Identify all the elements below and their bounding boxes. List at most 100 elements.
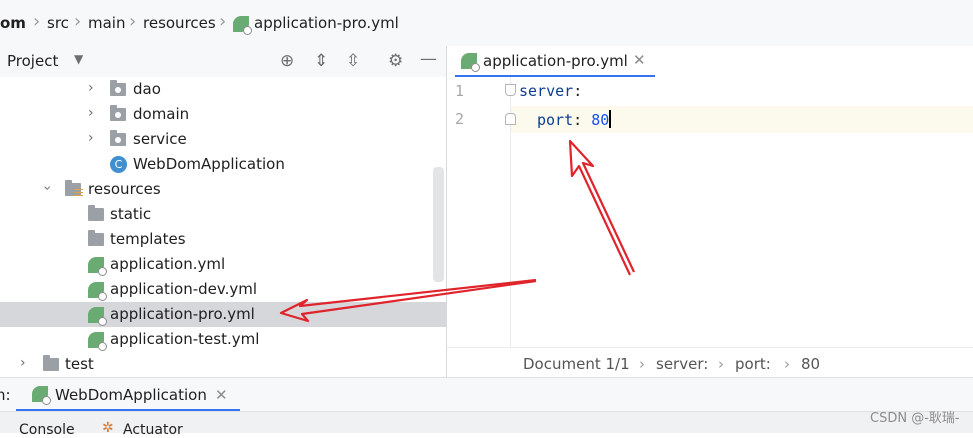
yaml-colon: : <box>573 111 592 129</box>
line-number: 1 <box>455 82 465 100</box>
run-tool-bar: n: WebDomApplication ✕ <box>0 377 973 412</box>
package-icon <box>110 105 126 121</box>
line-number: 2 <box>455 110 465 128</box>
breadcrumb-item-src[interactable]: src <box>47 14 69 32</box>
breadcrumb: om › src › main › resources › applicatio… <box>0 0 973 47</box>
chevron-right-icon[interactable]: › <box>88 105 94 121</box>
actuator-tab[interactable]: Actuator <box>123 422 183 438</box>
gear-icon[interactable]: ⚙ <box>388 51 403 71</box>
tree-item-static[interactable]: static <box>0 202 433 227</box>
editor-tab[interactable]: application-pro.yml ✕ <box>455 46 655 78</box>
tree-item-label: templates <box>110 230 186 248</box>
spring-yml-icon <box>233 16 252 35</box>
tree-item-label: static <box>110 205 152 223</box>
spring-yml-icon <box>88 282 107 301</box>
chevron-right-icon: › <box>219 11 227 32</box>
tree-item-application-test-yml[interactable]: application-test.yml <box>0 327 433 352</box>
chevron-right-icon[interactable]: › <box>88 130 94 146</box>
editor-tab-bar: application-pro.yml ✕ <box>446 46 973 78</box>
tree-item-label: application-pro.yml <box>110 305 255 323</box>
spring-yml-icon <box>461 53 480 72</box>
chevron-right-icon: › <box>33 11 41 32</box>
spring-yml-icon <box>88 307 107 326</box>
run-config-tab[interactable]: WebDomApplication ✕ <box>16 378 240 412</box>
tree-item-application-dev-yml[interactable]: application-dev.yml <box>0 277 433 302</box>
expand-all-icon[interactable]: ⇕ <box>314 51 328 71</box>
package-icon <box>110 80 126 96</box>
yaml-path-bar: Document 1/1 › server: › port: › 80 <box>446 347 973 378</box>
project-panel-title[interactable]: Project <box>7 52 58 70</box>
document-indicator[interactable]: Document 1/1 <box>523 355 630 373</box>
minimize-icon[interactable]: — <box>420 49 437 69</box>
code-editor[interactable]: 1 2 server: port: 80 <box>446 77 973 347</box>
yaml-path-port[interactable]: port: <box>735 355 771 373</box>
spring-boot-class-icon: C <box>110 156 127 173</box>
project-tree: › dao › domain › service C WebDomApplica… <box>0 77 446 377</box>
tree-item-label: application-dev.yml <box>110 280 258 298</box>
watermark: CSDN @-耿瑞- <box>870 411 960 426</box>
folder-icon <box>88 230 104 246</box>
locate-target-icon[interactable]: ⊕ <box>280 51 294 71</box>
chevron-down-icon[interactable]: › <box>39 185 55 191</box>
breadcrumb-item-resources[interactable]: resources <box>143 14 216 32</box>
tree-item-label: resources <box>88 180 161 198</box>
tree-item-label: application-test.yml <box>110 330 260 348</box>
chevron-right-icon: › <box>129 11 137 32</box>
chevron-right-icon: › <box>74 11 82 32</box>
bottom-tool-tabs: Console ✲ Actuator CSDN @-耿瑞- <box>0 411 973 438</box>
tree-item-dao[interactable]: › dao <box>0 77 433 102</box>
run-prefix: n: <box>0 386 11 404</box>
spring-yml-icon <box>88 257 107 276</box>
yaml-value: 80 <box>591 111 610 129</box>
yaml-key: port <box>537 111 574 129</box>
dropdown-arrow-icon[interactable]: ▼ <box>74 52 83 66</box>
text-cursor <box>609 110 612 128</box>
run-config-label: WebDomApplication <box>55 386 207 404</box>
yaml-colon: : <box>573 82 583 100</box>
tree-item-test[interactable]: › test <box>0 352 433 377</box>
console-tab[interactable]: Console <box>19 422 75 438</box>
chevron-right-icon[interactable]: › <box>20 355 26 371</box>
editor-tab-label: application-pro.yml <box>483 52 628 70</box>
tree-item-application-pro-yml[interactable]: application-pro.yml <box>0 302 446 327</box>
chevron-right-icon[interactable]: › <box>88 80 94 96</box>
tree-item-label: service <box>133 130 187 148</box>
tree-item-label: WebDomApplication <box>133 155 285 173</box>
folder-icon <box>88 205 104 221</box>
chevron-right-icon: › <box>784 355 790 373</box>
spring-yml-icon <box>88 332 107 351</box>
tree-item-webdomapplication[interactable]: C WebDomApplication <box>0 152 433 177</box>
fold-marker-icon[interactable] <box>505 113 516 125</box>
line-gutter: 1 2 <box>447 77 516 347</box>
resources-marker-icon <box>74 189 83 196</box>
tree-item-resources[interactable]: › resources <box>0 177 433 202</box>
breadcrumb-item-project[interactable]: om <box>0 14 26 32</box>
tree-item-service[interactable]: › service <box>0 127 433 152</box>
tree-item-application-yml[interactable]: application.yml <box>0 252 433 277</box>
yaml-key: server <box>519 82 574 100</box>
project-panel-header: Project ▼ ⊕ ⇕ ⇳ ⚙ — <box>0 46 446 78</box>
close-icon[interactable]: ✕ <box>215 386 228 404</box>
yaml-path-value[interactable]: 80 <box>801 355 820 373</box>
breadcrumb-item-file[interactable]: application-pro.yml <box>254 14 399 32</box>
fold-marker-icon[interactable] <box>505 84 516 96</box>
actuator-icon: ✲ <box>102 420 114 436</box>
collapse-all-icon[interactable]: ⇳ <box>346 51 360 71</box>
tree-item-domain[interactable]: › domain <box>0 102 433 127</box>
spring-boot-run-icon <box>32 386 51 405</box>
tree-item-label: test <box>65 355 94 373</box>
tree-scrollbar[interactable] <box>433 167 444 282</box>
code-line-1: server: <box>519 82 582 100</box>
yaml-path-server[interactable]: server: <box>656 355 708 373</box>
breadcrumb-item-main[interactable]: main <box>88 14 125 32</box>
tree-item-label: dao <box>133 80 161 98</box>
chevron-right-icon: › <box>639 355 645 373</box>
code-line-2: port: 80 <box>537 110 612 129</box>
tree-item-templates[interactable]: templates <box>0 227 433 252</box>
package-icon <box>110 130 126 146</box>
tree-item-label: application.yml <box>110 255 226 273</box>
folder-icon <box>43 355 59 371</box>
close-icon[interactable]: ✕ <box>633 51 646 69</box>
chevron-right-icon: › <box>718 355 724 373</box>
tree-item-label: domain <box>133 105 190 123</box>
